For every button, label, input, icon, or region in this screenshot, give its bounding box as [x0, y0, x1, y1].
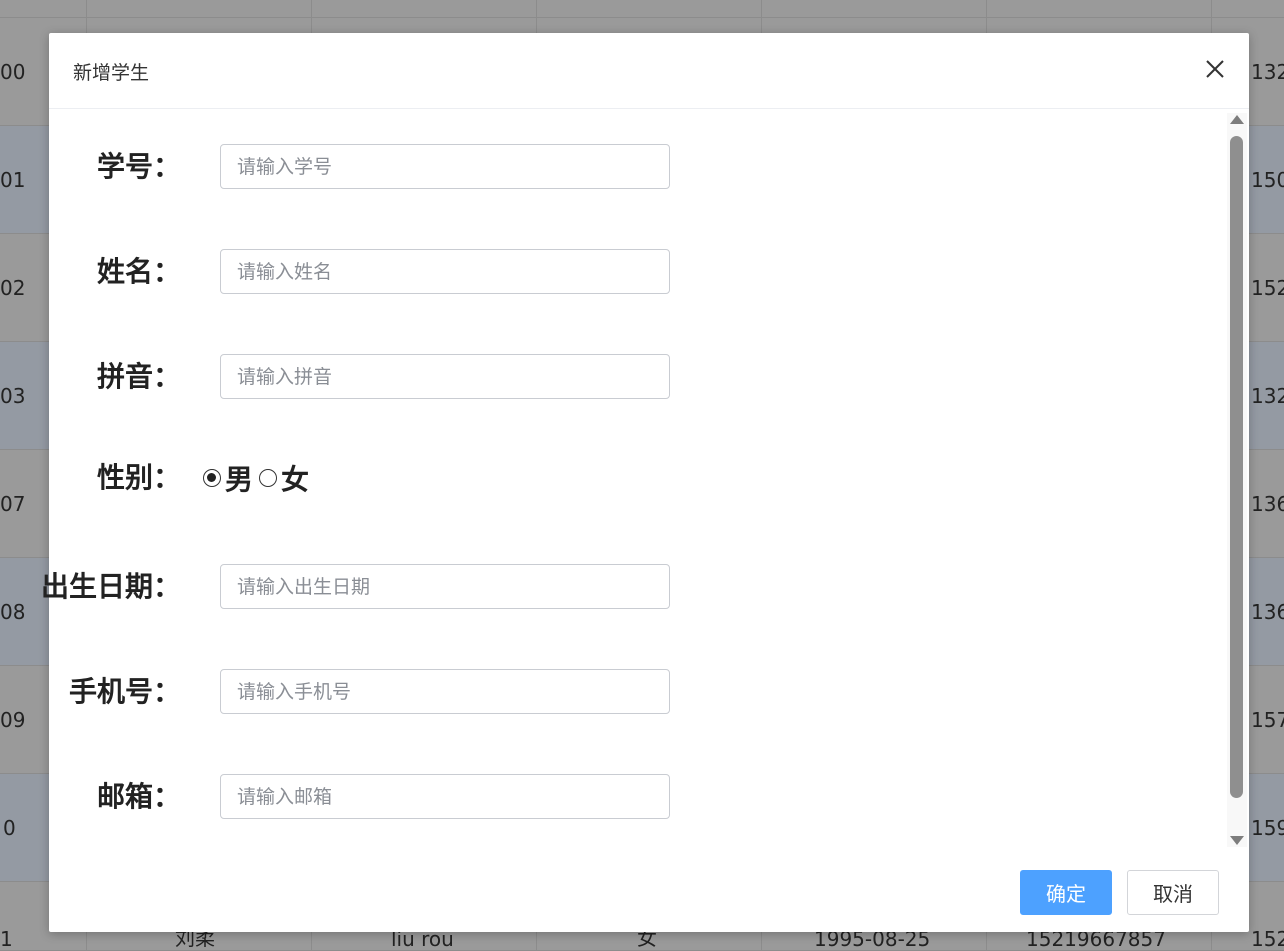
dialog-title: 新增学生 — [73, 62, 150, 84]
pinyin-input[interactable] — [220, 354, 670, 399]
email-input[interactable] — [220, 774, 670, 819]
form-row-phone: 手机号： — [49, 669, 1149, 715]
gender-male-radio[interactable] — [203, 469, 221, 487]
add-student-dialog: 新增学生 学号： 姓名： 拼音： 性别： 男 女 — [41, 33, 1249, 932]
dialog-body: 学号： 姓名： 拼音： 性别： 男 女 出生日期： 手机号： — [41, 110, 1249, 850]
birth-date-input[interactable] — [220, 564, 670, 609]
scroll-thumb[interactable] — [1230, 136, 1243, 798]
birth-date-label: 出生日期： — [40, 570, 181, 603]
close-icon — [1206, 60, 1224, 78]
name-label: 姓名： — [96, 255, 181, 288]
dialog-footer: 确定 取消 — [49, 850, 1249, 932]
close-button[interactable] — [1203, 57, 1227, 81]
name-input[interactable] — [220, 249, 670, 294]
gender-label: 性别： — [96, 461, 181, 494]
gender-male-label[interactable]: 男 — [225, 458, 253, 498]
gender-radio-group: 男 女 — [203, 455, 315, 501]
form-row-birth-date: 出生日期： — [41, 564, 1149, 610]
student-id-input[interactable] — [220, 144, 670, 189]
pinyin-label: 拼音： — [96, 360, 181, 393]
form-row-email: 邮箱： — [49, 774, 1149, 820]
student-id-label: 学号： — [96, 150, 181, 183]
dialog-scrollbar[interactable] — [1227, 113, 1247, 847]
form-row-pinyin: 拼音： — [49, 354, 1149, 400]
confirm-button[interactable]: 确定 — [1020, 870, 1112, 915]
email-label: 邮箱： — [96, 780, 181, 813]
gender-female-radio[interactable] — [259, 469, 278, 487]
cancel-button[interactable]: 取消 — [1127, 870, 1219, 915]
form-row-student-id: 学号： — [49, 144, 1149, 190]
form-row-name: 姓名： — [49, 249, 1149, 295]
phone-label: 手机号： — [68, 675, 181, 708]
phone-input[interactable] — [220, 669, 670, 714]
dialog-header: 新增学生 — [49, 33, 1249, 109]
scroll-up-arrow-icon[interactable] — [1230, 115, 1244, 124]
scroll-down-arrow-icon[interactable] — [1230, 836, 1244, 845]
gender-female-label[interactable]: 女 — [281, 458, 309, 498]
form-row-gender: 性别： 男 女 — [49, 455, 1149, 501]
